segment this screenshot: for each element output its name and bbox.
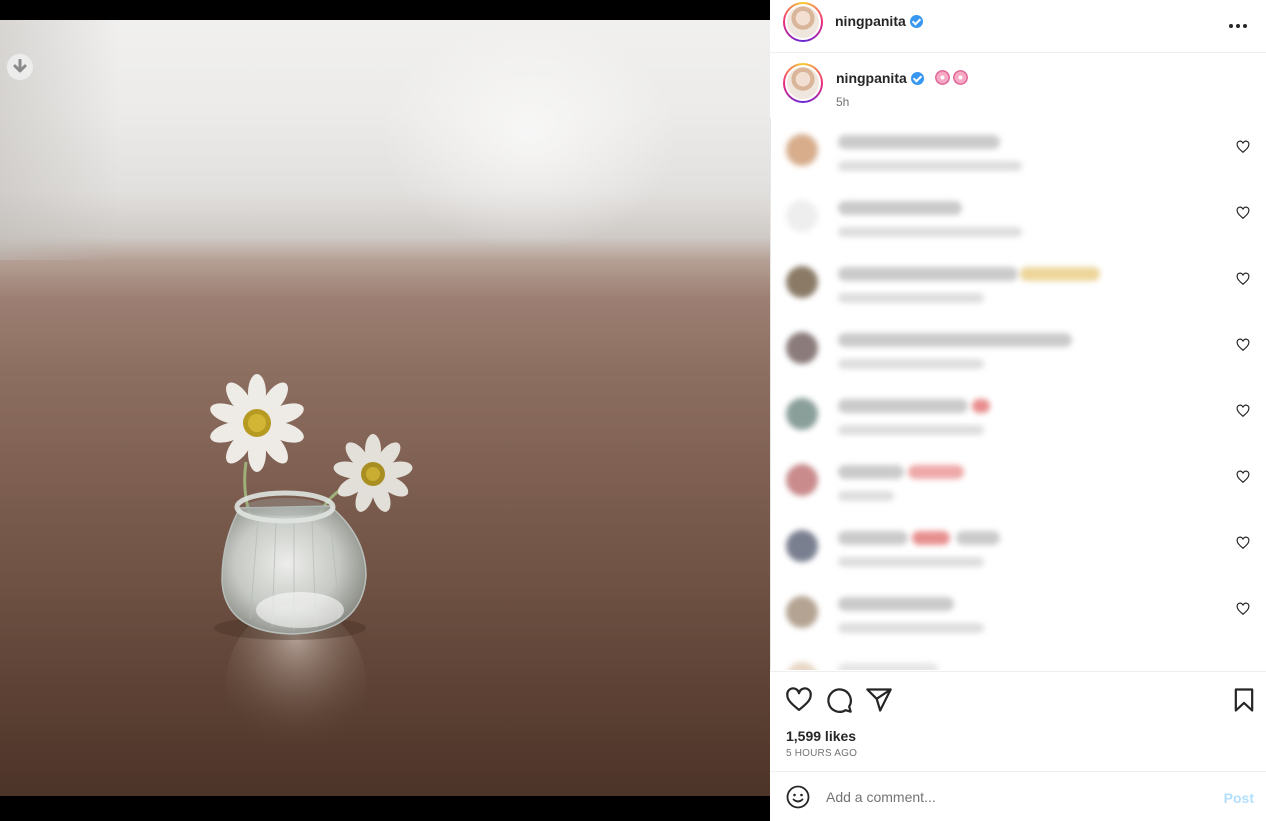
media-viewer (0, 0, 770, 821)
comments-list[interactable] (770, 118, 1266, 670)
comment-meta-blurred (838, 359, 984, 369)
caption-timestamp[interactable]: 5h (836, 95, 849, 109)
comment-meta-blurred (838, 227, 1022, 237)
likes-count[interactable]: 1,599 likes (786, 728, 856, 744)
photo-illustration (210, 374, 413, 765)
comment-avatar[interactable] (786, 266, 818, 298)
comment-emoji-blurred (972, 399, 990, 413)
comment-like-heart-icon[interactable] (1236, 140, 1250, 154)
comment-text-blurred (838, 465, 904, 479)
comment-item (770, 118, 1266, 184)
comment-item-partial (770, 646, 1266, 670)
comment-text-blurred (838, 333, 1072, 347)
comment-avatar[interactable] (786, 134, 818, 166)
more-dot-icon (1229, 24, 1233, 28)
verified-badge-icon (910, 72, 924, 85)
comment-meta-blurred (838, 425, 984, 435)
comment-item (770, 184, 1266, 250)
comment-meta-blurred (838, 623, 984, 633)
like-heart-icon[interactable] (785, 686, 813, 714)
comment-avatar[interactable] (786, 200, 818, 232)
verified-badge-icon (909, 15, 923, 28)
more-options-button[interactable] (1226, 14, 1250, 38)
comment-avatar[interactable] (786, 398, 818, 430)
caption-username: ningpanita (836, 70, 968, 86)
cherry-blossom-emoji-icon (952, 70, 968, 85)
post-caption: ningpanita 5h (770, 53, 1266, 115)
comment-like-heart-icon[interactable] (1236, 536, 1250, 550)
more-dot-icon (1243, 24, 1247, 28)
comment-item (770, 514, 1266, 580)
comment-text-blurred (838, 201, 962, 215)
emoji-smiley-icon[interactable] (786, 785, 810, 809)
comment-avatar[interactable] (786, 332, 818, 364)
avatar-photo (785, 65, 821, 101)
comment-item (770, 580, 1266, 646)
post-actions: 1,599 likes 5 HOURS AGO (770, 671, 1266, 771)
comment-text-blurred (956, 531, 1000, 545)
more-dot-icon (1236, 24, 1240, 28)
post-photo[interactable] (0, 20, 770, 796)
post-comment-button[interactable]: Post (1224, 790, 1254, 806)
comment-text-blurred (838, 597, 954, 611)
comment-like-heart-icon[interactable] (1236, 404, 1250, 418)
caption-author-avatar[interactable] (783, 63, 823, 103)
comment-meta-blurred (838, 491, 894, 501)
comment-item (770, 316, 1266, 382)
add-comment-bar: Post (770, 771, 1266, 821)
caption-emoji-text (932, 70, 968, 86)
download-button[interactable] (6, 53, 34, 81)
post-header: ningpanita (770, 0, 1266, 53)
author-avatar[interactable] (783, 2, 823, 42)
comment-bubble-icon[interactable] (825, 686, 853, 714)
caption-username-text[interactable]: ningpanita (836, 70, 907, 86)
username-text[interactable]: ningpanita (835, 13, 906, 29)
download-arrow-icon (13, 59, 27, 73)
comment-avatar[interactable] (786, 662, 818, 670)
comment-text-blurred (838, 267, 1018, 281)
comment-avatar[interactable] (786, 596, 818, 628)
comment-like-heart-icon[interactable] (1236, 272, 1250, 286)
comment-item (770, 382, 1266, 448)
comment-like-heart-icon[interactable] (1236, 206, 1250, 220)
comment-text-blurred (838, 531, 908, 545)
comment-item (770, 448, 1266, 514)
comment-meta-blurred (838, 293, 984, 303)
share-paper-plane-icon[interactable] (865, 686, 893, 714)
comment-item (770, 250, 1266, 316)
comment-input[interactable] (826, 786, 1206, 808)
comment-emoji-blurred (912, 531, 950, 545)
comment-like-heart-icon[interactable] (1236, 602, 1250, 616)
comment-avatar[interactable] (786, 530, 818, 562)
comment-like-heart-icon[interactable] (1236, 470, 1250, 484)
save-bookmark-icon[interactable] (1230, 686, 1258, 714)
cherry-blossom-emoji-icon (934, 70, 950, 85)
comment-text-blurred (838, 399, 968, 413)
comment-emoji-blurred (908, 465, 964, 479)
comment-avatar[interactable] (786, 464, 818, 496)
comment-text-blurred (838, 135, 1000, 149)
comment-text-blurred (838, 663, 938, 670)
comment-emoji-blurred (1020, 267, 1100, 281)
comment-meta-blurred (838, 161, 1022, 171)
post-timestamp[interactable]: 5 HOURS AGO (786, 748, 857, 759)
comment-like-heart-icon[interactable] (1236, 338, 1250, 352)
author-username[interactable]: ningpanita (835, 13, 923, 29)
avatar-photo (785, 4, 821, 40)
comment-meta-blurred (838, 557, 984, 567)
post-details-panel: ningpanita ningpanita 5h 1,599 likes 5 H… (770, 0, 1266, 821)
